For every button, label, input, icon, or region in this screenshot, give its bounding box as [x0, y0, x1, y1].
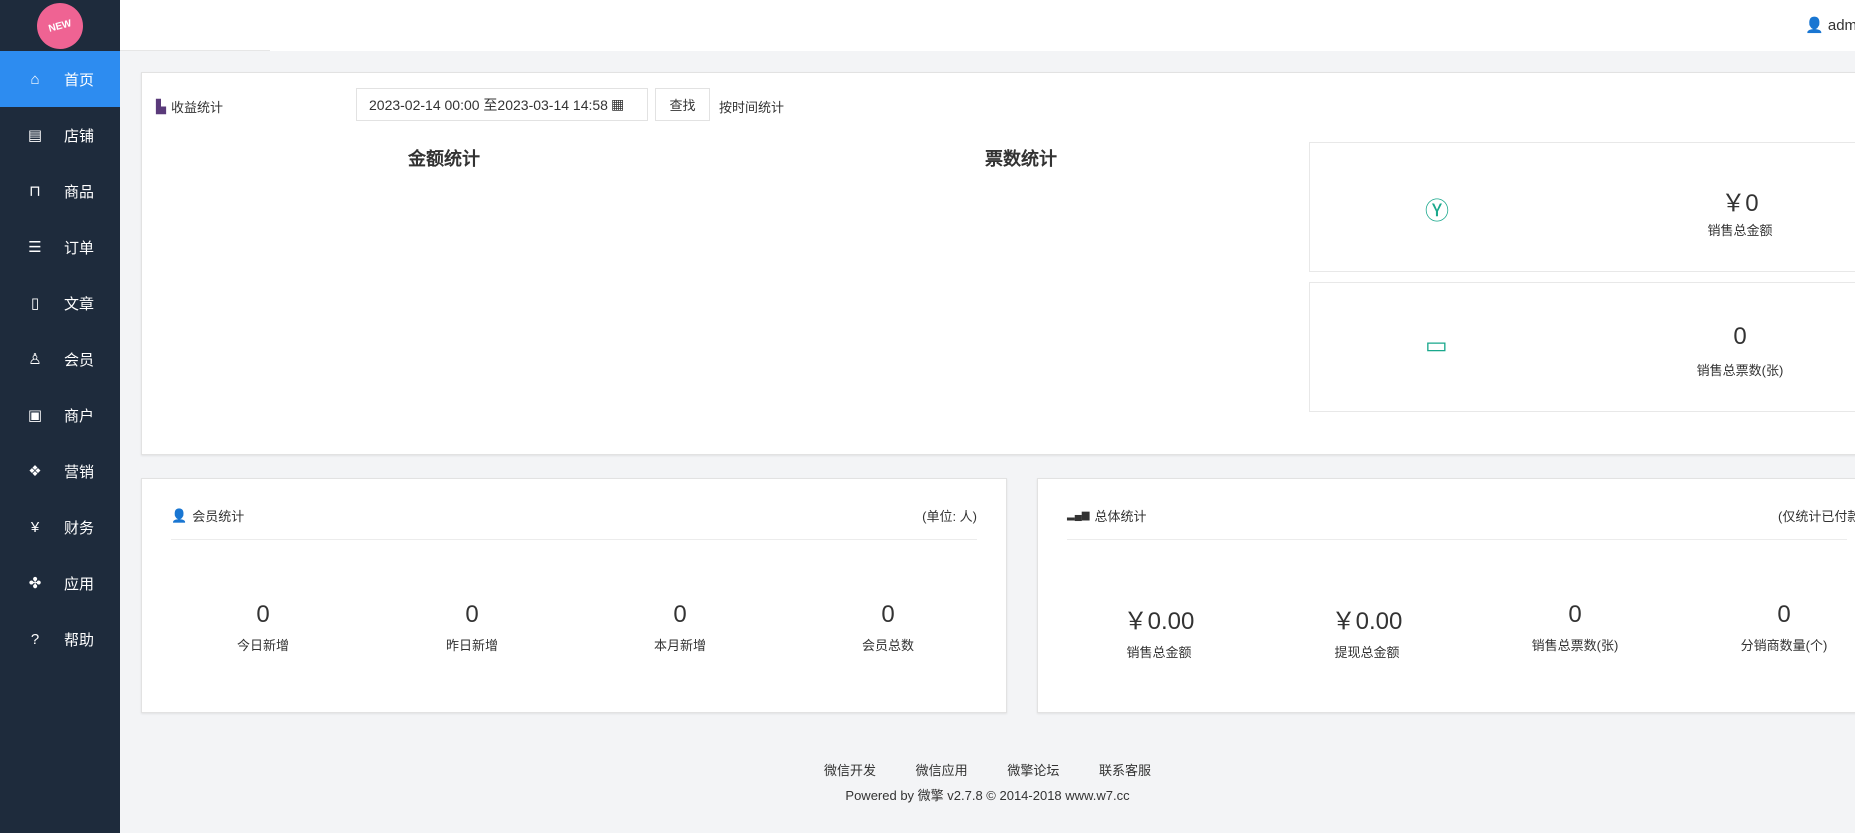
date-range-input[interactable]: 2023-02-14 00:00 至2023-03-14 14:58 ▦: [356, 88, 648, 121]
user-menu[interactable]: 👤 admin: [1805, 16, 1855, 34]
revenue-title: ▙ 收益统计: [156, 98, 224, 116]
divider: [1067, 539, 1847, 540]
sidebar-item-finance[interactable]: ¥ 财务: [0, 499, 120, 555]
footer-link-support[interactable]: 联系客服: [1099, 763, 1151, 778]
footer-link-wechat-apps[interactable]: 微信应用: [916, 763, 968, 778]
amount-stats-title: 金额统计: [408, 149, 480, 169]
top-header: 👤 admin: [120, 0, 1855, 51]
bag-icon: ⊓: [29, 183, 41, 200]
overall-stats-card: ▂▄▆ 总体统计 (仅统计已付款 ￥0.00 销售总金额 ￥0.00 提现总金额 0销…: [1037, 478, 1855, 713]
divider: [120, 50, 270, 51]
stat-cell: 0 销售总票数(张): [1531, 601, 1619, 653]
stat-cell: 0 今日新增: [236, 601, 289, 653]
sidebar-item-store[interactable]: ▤ 店铺: [0, 107, 120, 163]
home-icon: ⌂: [30, 70, 40, 88]
sidebar-item-help[interactable]: ? 帮助: [0, 611, 120, 667]
new-badge-icon: NEW: [31, 0, 89, 54]
ticket-stats-title: 票数统计: [985, 149, 1057, 169]
sidebar-item-articles[interactable]: ▯ 文章: [0, 275, 120, 331]
store-icon: ▤: [27, 127, 43, 144]
finance-icon: ¥: [30, 518, 40, 536]
marketing-icon: ❖: [28, 463, 42, 480]
sidebar-item-members[interactable]: ♙ 会员: [0, 331, 120, 387]
overall-stats-title: ▂▄▆ 总体统计: [1067, 509, 1147, 524]
sales-tickets-stat: ▭ 0 销售总票数(张): [1309, 282, 1855, 412]
bar-chart-icon: ▙: [156, 98, 166, 114]
footer-link-wechat-dev[interactable]: 微信开发: [824, 763, 876, 778]
user-icon: ♙: [28, 351, 42, 368]
stat-cell: 0 昨日新增: [445, 601, 498, 653]
calendar-icon: ▦: [610, 96, 625, 112]
sidebar-item-home[interactable]: ⌂ 首页: [0, 51, 120, 107]
by-time-link[interactable]: 按时间统计: [719, 97, 784, 116]
stat-cell: 0 会员总数: [861, 601, 914, 653]
powered-by: Powered by 微擎 v2.7.8 © 2014-2018 www.w7.…: [845, 788, 1130, 803]
help-icon: ?: [30, 630, 40, 648]
ticket-icon: ▭: [1425, 332, 1448, 359]
user-icon: 👤: [1805, 17, 1824, 34]
apps-icon: ✤: [28, 575, 42, 592]
divider: [171, 539, 977, 540]
logo[interactable]: NEW: [0, 0, 120, 54]
sidebar-item-apps[interactable]: ✤ 应用: [0, 555, 120, 611]
stat-cell: 0 本月新增: [653, 601, 706, 653]
order-icon: ☰: [28, 239, 42, 256]
unit-note: (单位: 人): [922, 509, 977, 524]
yuan-circle-icon: Ⓨ: [1425, 198, 1449, 225]
stat-cell: ￥0.00 提现总金额: [1331, 608, 1403, 660]
sidebar-item-goods[interactable]: ⊓ 商品: [0, 163, 120, 219]
footer-link-forum[interactable]: 微擎论坛: [1007, 763, 1059, 778]
article-icon: ▯: [30, 295, 40, 312]
revenue-card: ▙ 收益统计 2023-02-14 00:00 至2023-03-14 14:58…: [141, 72, 1855, 455]
stat-cell: 0 分销商数量(个): [1740, 601, 1828, 653]
sidebar-item-marketing[interactable]: ❖ 营销: [0, 443, 120, 499]
sales-amount-stat: Ⓨ ￥0 销售总金额: [1309, 142, 1855, 272]
search-button[interactable]: 查找: [655, 88, 710, 121]
sidebar: NEW ⌂ 首页 ▤ 店铺 ⊓ 商品 ☰ 订单 ▯ 文章 ♙ 会员 ▣ 商户 ❖ 营销 ¥ 财务 …: [0, 0, 120, 833]
merchant-icon: ▣: [27, 407, 43, 424]
user-icon: 👤: [171, 507, 188, 523]
footer: 微信开发 微信应用 微擎论坛 联系客服 Powered by 微擎 v2.7.8…: [120, 760, 1855, 804]
member-stats-title: 👤 会员统计: [171, 507, 245, 525]
stat-cell: ￥0.00 销售总金额: [1123, 608, 1195, 660]
signal-icon: ▂▄▆: [1067, 510, 1090, 521]
sidebar-item-orders[interactable]: ☰ 订单: [0, 219, 120, 275]
member-stats-card: 👤 会员统计 (单位: 人) 0 今日新增 0 昨日新增 0 本月新增 0 会员总数: [141, 478, 1007, 713]
paid-note: (仅统计已付款: [1778, 509, 1855, 524]
sidebar-item-merchants[interactable]: ▣ 商户: [0, 387, 120, 443]
